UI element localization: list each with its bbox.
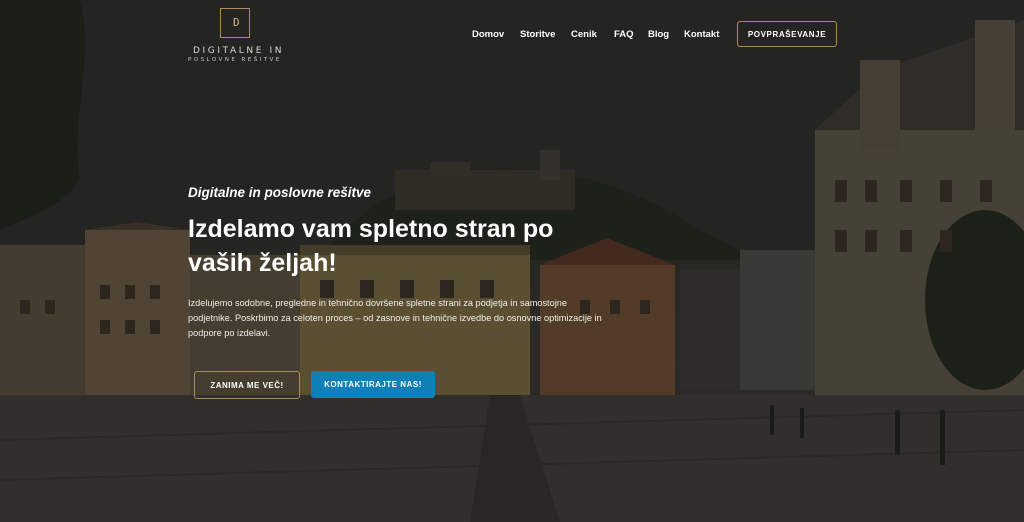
hero-section: D DIGITALNE IN POSLOVNE REŠITVE Domov St…: [0, 0, 1024, 522]
logo-name-line1: DIGITALNE IN: [193, 46, 285, 56]
logo-letter: D: [233, 16, 240, 29]
logo-name-line2: POSLOVNE REŠITVE: [188, 57, 282, 63]
inquiry-button[interactable]: POVPRAŠEVANJE: [737, 21, 837, 47]
hero-headline: Izdelamo vam spletno stran po vaših želj…: [188, 215, 554, 277]
contact-us-button[interactable]: KONTAKTIRAJTE NAS!: [311, 371, 435, 398]
learn-more-button[interactable]: ZANIMA ME VEČ!: [194, 371, 300, 399]
nav-item-faq[interactable]: FAQ: [614, 29, 634, 40]
nav-item-cenik[interactable]: Cenik: [571, 29, 597, 40]
brand-logo[interactable]: D DIGITALNE IN POSLOVNE REŠITVE: [186, 6, 290, 64]
nav-item-blog[interactable]: Blog: [648, 29, 669, 40]
hero-eyebrow: Digitalne in poslovne rešitve: [188, 185, 372, 200]
nav-item-storitve[interactable]: Storitve: [520, 29, 555, 40]
nav-item-kontakt[interactable]: Kontakt: [684, 29, 719, 40]
nav-item-domov[interactable]: Domov: [472, 29, 504, 40]
hero-lead: Izdelujemo sodobne, pregledne in tehničn…: [188, 298, 602, 338]
